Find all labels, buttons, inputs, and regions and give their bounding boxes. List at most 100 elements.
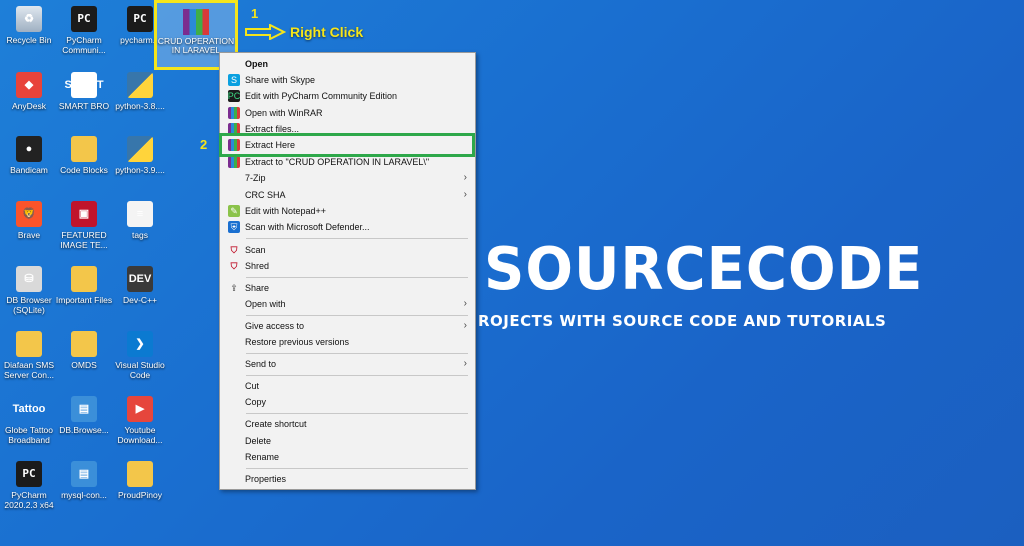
menu-separator (246, 277, 468, 278)
icon-label: Recycle Bin (6, 35, 52, 45)
pycharm-icon: PC (127, 6, 153, 32)
icon-label: python-3.8.... (115, 101, 165, 111)
icon-label: PyCharm Communi... (62, 35, 106, 55)
brave-shortcut[interactable]: 🦁 Brave (0, 201, 58, 240)
anydesk-shortcut[interactable]: ◆ AnyDesk (0, 72, 58, 111)
chevron-right-icon: › (463, 358, 467, 369)
anydesk-icon: ◆ (16, 72, 42, 98)
menu-item-create-shortcut[interactable]: Create shortcut (220, 416, 475, 432)
icon-label: Youtube Download... (117, 425, 163, 445)
youtube-downloader-icon: ▶ (127, 396, 153, 422)
icon-label: Visual Studio Code (115, 360, 165, 380)
folder-icon (16, 331, 42, 357)
mysql-shortcut[interactable]: ▤ mysql-con... (55, 461, 113, 500)
globe-tattoo-icon: Tattoo (12, 403, 46, 415)
important-files-shortcut[interactable]: Important Files (55, 266, 113, 305)
chevron-right-icon: › (463, 172, 467, 183)
icon-label: DB.Browse... (59, 425, 109, 435)
smart-bro-icon: SMART (64, 72, 104, 98)
devcpp-shortcut[interactable]: DEV Dev-C++ (111, 266, 169, 305)
icon-label: PyCharm 2020.2.3 x64 (4, 490, 54, 510)
menu-item-shred[interactable]: ⛉ Shred (220, 258, 475, 274)
vscode-icon: ❯ (127, 331, 153, 357)
db-browse-shortcut[interactable]: ▤ DB.Browse... (55, 396, 113, 435)
menu-item-copy[interactable]: Copy (220, 394, 475, 410)
recycle-bin-icon: ♻ (16, 6, 42, 32)
database-icon: ⛁ (16, 266, 42, 292)
pycharm-icon: PC (71, 6, 97, 32)
menu-item-rename[interactable]: Rename (220, 449, 475, 465)
bandicam-shortcut[interactable]: ● Bandicam (0, 136, 58, 175)
proudpinoy-shortcut[interactable]: ProudPinoy (111, 461, 169, 500)
menu-item-restore-versions[interactable]: Restore previous versions (220, 334, 475, 350)
icon-label: mysql-con... (61, 490, 107, 500)
icon-label: SMART BRO (58, 101, 110, 111)
devcpp-icon: DEV (127, 266, 153, 292)
icon-label: DB Browser (SQLite) (6, 295, 52, 315)
menu-item-share[interactable]: ⇪ Share (220, 280, 475, 296)
defender-icon: ⛨ (228, 221, 240, 233)
smart-bro-shortcut[interactable]: SMART SMART BRO (55, 72, 113, 111)
skype-icon: S (228, 74, 240, 86)
menu-item-share-skype[interactable]: S Share with Skype (220, 72, 475, 88)
vscode-shortcut[interactable]: ❯ Visual Studio Code (111, 331, 169, 380)
sourcecode-brand: SOURCECODE (484, 235, 924, 304)
menu-item-open-with[interactable]: Open with › (220, 296, 475, 312)
python-38-shortcut[interactable]: python-3.8.... (111, 72, 169, 111)
omds-shortcut[interactable]: OMDS (55, 331, 113, 370)
menu-item-delete[interactable]: Delete (220, 433, 475, 449)
menu-item-properties[interactable]: Properties (220, 471, 475, 487)
python-icon (127, 72, 153, 98)
diafaan-shortcut[interactable]: Diafaan SMS Server Con... (0, 331, 58, 380)
mcafee-icon: ⛉ (230, 260, 238, 271)
chevron-right-icon: › (463, 189, 467, 200)
menu-separator (246, 315, 468, 316)
share-icon: ⇪ (230, 282, 238, 293)
tags-shortcut[interactable]: ≡ tags (111, 201, 169, 240)
menu-separator (246, 353, 468, 354)
icon-label: Diafaan SMS Server Con... (3, 360, 55, 380)
folder-icon (71, 331, 97, 357)
sourcecode-tagline: ROJECTS WITH SOURCE CODE AND TUTORIALS (478, 312, 887, 330)
icon-label: Important Files (55, 295, 113, 305)
featured-image-icon: ▣ (71, 201, 97, 227)
menu-item-edit-pycharm[interactable]: PC Edit with PyCharm Community Edition (220, 88, 475, 104)
icon-label: Code Blocks (60, 165, 108, 175)
db-browser-shortcut[interactable]: ⛁ DB Browser (SQLite) (0, 266, 58, 315)
globe-tattoo-shortcut[interactable]: Tattoo Globe Tattoo Broadband (0, 396, 58, 446)
menu-separator (246, 238, 468, 239)
recycle-bin-shortcut[interactable]: ♻ Recycle Bin (0, 6, 58, 45)
menu-item-crc-sha[interactable]: CRC SHA › (220, 187, 475, 203)
menu-item-scan[interactable]: ⛉ Scan (220, 242, 475, 258)
pycharm-2020-shortcut[interactable]: PC PyCharm 2020.2.3 x64 (0, 461, 58, 510)
winrar-archive-icon (183, 9, 209, 35)
menu-item-7zip[interactable]: 7-Zip › (220, 170, 475, 186)
bandicam-icon: ● (16, 136, 42, 162)
python-39-shortcut[interactable]: python-3.9.... (111, 136, 169, 175)
icon-label: Globe Tattoo Broadband (4, 425, 54, 445)
menu-item-open-winrar[interactable]: Open with WinRAR (220, 105, 475, 121)
menu-item-open[interactable]: Open (220, 56, 475, 72)
featured-image-shortcut[interactable]: ▣ FEATURED IMAGE TE... (55, 201, 113, 250)
menu-item-cut[interactable]: Cut (220, 378, 475, 394)
menu-item-send-to[interactable]: Send to › (220, 356, 475, 372)
chevron-right-icon: › (463, 298, 467, 309)
document-icon: ≡ (127, 201, 153, 227)
folder-icon (71, 136, 97, 162)
winrar-icon (228, 107, 240, 119)
step-1-label: 1 (251, 6, 259, 21)
desktop[interactable]: ♻ Recycle Bin ◆ AnyDesk ● Bandicam 🦁 Bra… (0, 0, 1024, 546)
notepad-plus-plus-icon: ✎ (228, 205, 240, 217)
menu-separator (246, 413, 468, 414)
icon-label: Dev-C++ (122, 295, 157, 305)
icon-label: tags (131, 230, 149, 240)
menu-item-give-access[interactable]: Give access to › (220, 318, 475, 334)
icon-label: Brave (17, 230, 41, 240)
icon-label: AnyDesk (11, 101, 46, 111)
menu-item-defender[interactable]: ⛨ Scan with Microsoft Defender... (220, 219, 475, 235)
mcafee-icon: ⛉ (230, 244, 238, 255)
youtube-downloader-shortcut[interactable]: ▶ Youtube Download... (111, 396, 169, 445)
pycharm-community-shortcut[interactable]: PC PyCharm Communi... (55, 6, 113, 55)
menu-item-notepadpp[interactable]: ✎ Edit with Notepad++ (220, 203, 475, 219)
code-blocks-shortcut[interactable]: Code Blocks (55, 136, 113, 175)
